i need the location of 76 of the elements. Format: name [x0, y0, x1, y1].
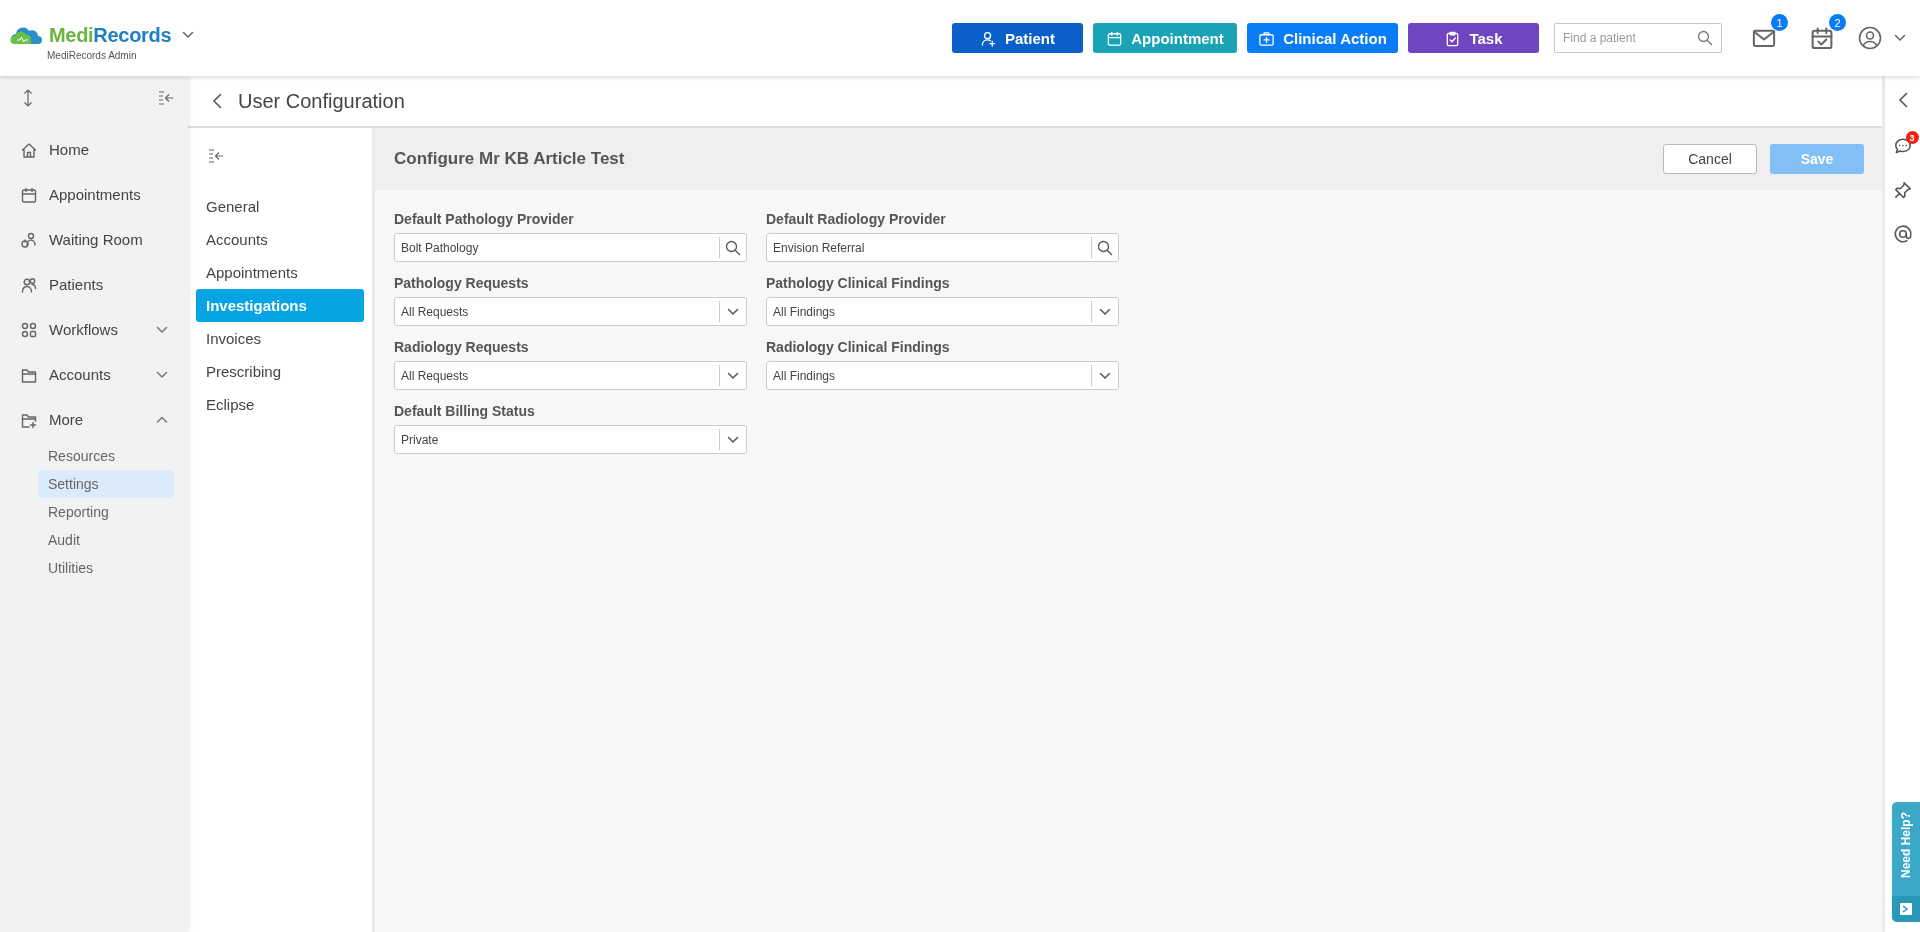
chevron-left-icon — [212, 93, 222, 109]
count-badge: 3 — [1905, 131, 1919, 144]
submenu-item[interactable]: Appointments — [196, 256, 364, 289]
field-label: Radiology Clinical Findings — [766, 339, 951, 355]
nav-subitem[interactable]: Resources — [38, 442, 174, 470]
nav-subitem[interactable]: Settings — [38, 470, 174, 498]
nav-item[interactable]: Accounts — [20, 352, 174, 397]
nav-item[interactable]: Appointments — [20, 172, 174, 217]
people-icon — [20, 230, 38, 249]
dropdown[interactable]: All Findings — [766, 297, 1119, 326]
vertical-arrows-icon — [22, 89, 34, 107]
user-avatar-icon — [1858, 26, 1882, 50]
search-icon — [1697, 30, 1713, 46]
nav-item[interactable]: Home — [20, 127, 174, 172]
pin-icon — [1892, 180, 1913, 200]
field-label: Default Pathology Provider — [394, 211, 575, 227]
chevron-down-icon — [1894, 34, 1906, 42]
nav-subitem[interactable]: Audit — [38, 526, 174, 554]
submenu-item[interactable]: Eclipse — [196, 388, 364, 421]
logo-subtitle: MediRecords Admin — [47, 49, 137, 61]
collapse-icon — [208, 148, 224, 164]
dropdown[interactable]: Private — [394, 425, 747, 454]
field-label: Radiology Requests — [394, 339, 530, 355]
collapse-sidebar-button[interactable] — [158, 90, 174, 106]
person-plus-icon — [980, 29, 997, 47]
search-field[interactable]: Find a patient — [1554, 23, 1722, 53]
calendar-icon — [1106, 29, 1124, 47]
nav-subitem[interactable]: Reporting — [38, 498, 174, 526]
dropdown[interactable]: All Findings — [766, 361, 1119, 390]
resize-button[interactable] — [22, 89, 34, 107]
chevron-down-icon — [182, 31, 195, 39]
calendar-icon — [20, 185, 38, 204]
count-badge: 1 — [1771, 14, 1788, 31]
nav-subitem[interactable]: Utilities — [38, 554, 174, 582]
field-label: Pathology Requests — [394, 275, 530, 291]
dropdown[interactable]: All Requests — [394, 361, 747, 390]
action-button[interactable]: Clinical Action — [1247, 23, 1398, 53]
submenu-item[interactable]: Accounts — [196, 223, 364, 256]
action-button[interactable]: Task — [1408, 23, 1539, 53]
logo-menu[interactable]: MediRecords MediRecords Admin — [10, 15, 195, 61]
search-field[interactable]: Envision Referral — [766, 233, 1119, 262]
chevron-down-icon — [727, 307, 739, 316]
user-menu-button[interactable] — [1858, 26, 1906, 50]
form-title: Configure Mr KB Article Test — [394, 149, 625, 169]
search-field[interactable]: Bolt Pathology — [394, 233, 747, 262]
chevron-down-icon — [1099, 307, 1111, 316]
dropdown[interactable]: All Requests — [394, 297, 747, 326]
submenu-item[interactable]: Invoices — [196, 322, 364, 355]
chevron-down-icon — [727, 371, 739, 380]
chevron-left-icon — [1897, 92, 1908, 108]
nav-item[interactable]: Waiting Room — [20, 217, 174, 262]
back-button[interactable] — [212, 93, 222, 109]
search-icon — [1097, 239, 1113, 256]
submenu-item[interactable]: Prescribing — [196, 355, 364, 388]
action-button[interactable]: Patient — [952, 23, 1083, 53]
field-label: Default Radiology Provider — [766, 211, 947, 227]
at-sign-icon — [1892, 224, 1913, 244]
workflow-icon — [20, 320, 38, 339]
nav-item[interactable]: Workflows — [20, 307, 174, 352]
nav-item[interactable]: More — [20, 397, 174, 442]
page-title: User Configuration — [238, 89, 405, 113]
field-label: Pathology Clinical Findings — [766, 275, 951, 291]
cancel-button[interactable]: Cancel — [1663, 144, 1757, 174]
people-icon — [20, 275, 38, 294]
medical-kit-icon — [1258, 29, 1276, 47]
submenu-item[interactable]: General — [196, 190, 364, 223]
field-label: Default Billing Status — [394, 403, 536, 419]
calendar-check-icon — [1809, 25, 1835, 51]
home-icon — [20, 140, 38, 159]
collapse-icon — [158, 90, 174, 106]
brand-name: MediRecords — [49, 23, 172, 47]
search-icon — [725, 239, 741, 256]
chevron-down-icon — [727, 435, 739, 444]
count-badge: 2 — [1829, 14, 1846, 31]
chevron-down-icon — [1099, 371, 1111, 380]
nav-item[interactable]: Patients — [20, 262, 174, 307]
